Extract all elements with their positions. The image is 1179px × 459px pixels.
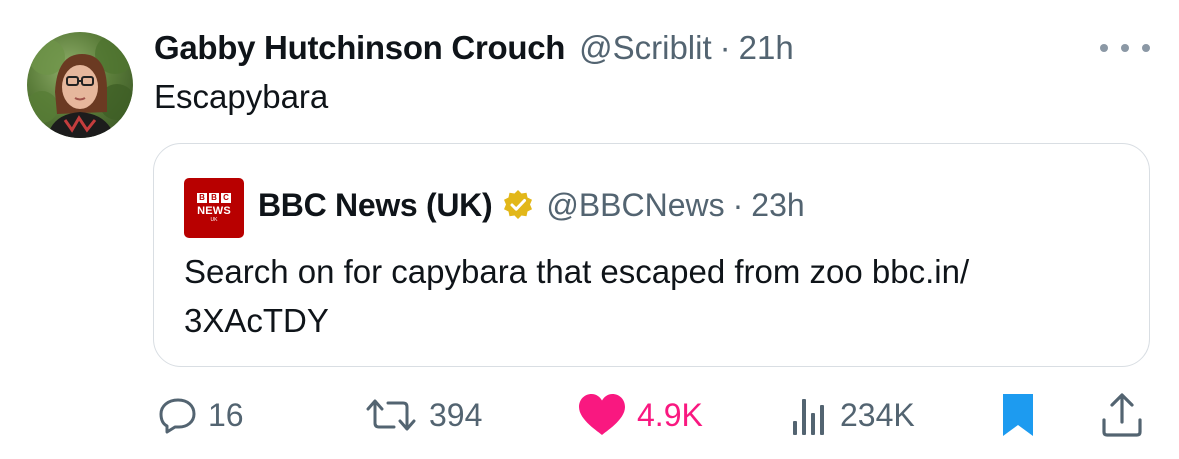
like-count: 4.9K — [637, 396, 703, 433]
separator-dot: · — [732, 186, 744, 223]
quoted-tweet[interactable]: B B C NEWS UK BBC News (UK) @BBCNews · 2… — [153, 143, 1150, 367]
author-name[interactable]: Gabby Hutchinson Crouch — [154, 29, 565, 67]
logo-block: C — [221, 193, 231, 203]
separator-dot: · — [719, 29, 731, 66]
avatar[interactable] — [27, 32, 133, 138]
tweet-header: Gabby Hutchinson Crouch @Scriblit · 21h — [154, 28, 794, 68]
like-button[interactable]: 4.9K — [577, 385, 703, 445]
logo-block: B — [197, 193, 207, 203]
tweet[interactable]: Gabby Hutchinson Crouch @Scriblit · 21h … — [0, 0, 1179, 459]
quoted-text-line[interactable]: 3XAcTDY — [184, 296, 1104, 345]
dot — [1142, 44, 1150, 52]
reply-count: 16 — [208, 396, 244, 433]
quoted-tweet-header: B B C NEWS UK BBC News (UK) @BBCNews · 2… — [184, 178, 805, 238]
share-button[interactable] — [1100, 385, 1144, 445]
quoted-author-name[interactable]: BBC News (UK) — [258, 187, 493, 224]
avatar-photo — [27, 34, 133, 138]
dot — [1100, 44, 1108, 52]
reply-icon — [159, 398, 196, 434]
logo-uk-text: UK — [210, 217, 218, 223]
repost-button[interactable]: 394 — [363, 385, 482, 445]
gold-verified-badge-icon[interactable] — [502, 189, 534, 221]
dot — [1121, 44, 1129, 52]
repost-icon — [366, 399, 416, 431]
quoted-author-handle[interactable]: @BBCNews — [546, 187, 724, 224]
logo-news-text: NEWS — [197, 205, 231, 217]
bbc-blocks: B B C — [197, 193, 231, 203]
bookmark-button[interactable] — [1000, 385, 1036, 445]
view-count: 234K — [840, 396, 915, 433]
action-bar: 16 394 4.9K 234K — [0, 385, 1179, 445]
views-chart-icon — [793, 399, 824, 435]
bookmark-icon — [1003, 394, 1033, 436]
quoted-tweet-text: Search on for capybara that escaped from… — [184, 247, 1104, 345]
share-icon — [1102, 393, 1142, 437]
timestamp[interactable]: 21h — [739, 29, 794, 67]
quoted-text-line: Search on for capybara that escaped from… — [184, 253, 970, 290]
heart-icon — [579, 394, 625, 435]
author-handle[interactable]: @Scriblit — [579, 29, 712, 67]
tweet-text: Escapybara — [154, 78, 329, 115]
quoted-timestamp[interactable]: 23h — [751, 187, 804, 224]
views-button[interactable]: 234K — [790, 385, 915, 445]
bbc-news-logo[interactable]: B B C NEWS UK — [184, 178, 244, 238]
more-dots-icon[interactable] — [1100, 38, 1150, 58]
logo-block: B — [209, 193, 219, 203]
repost-count: 394 — [429, 396, 483, 433]
reply-button[interactable]: 16 — [158, 385, 244, 445]
